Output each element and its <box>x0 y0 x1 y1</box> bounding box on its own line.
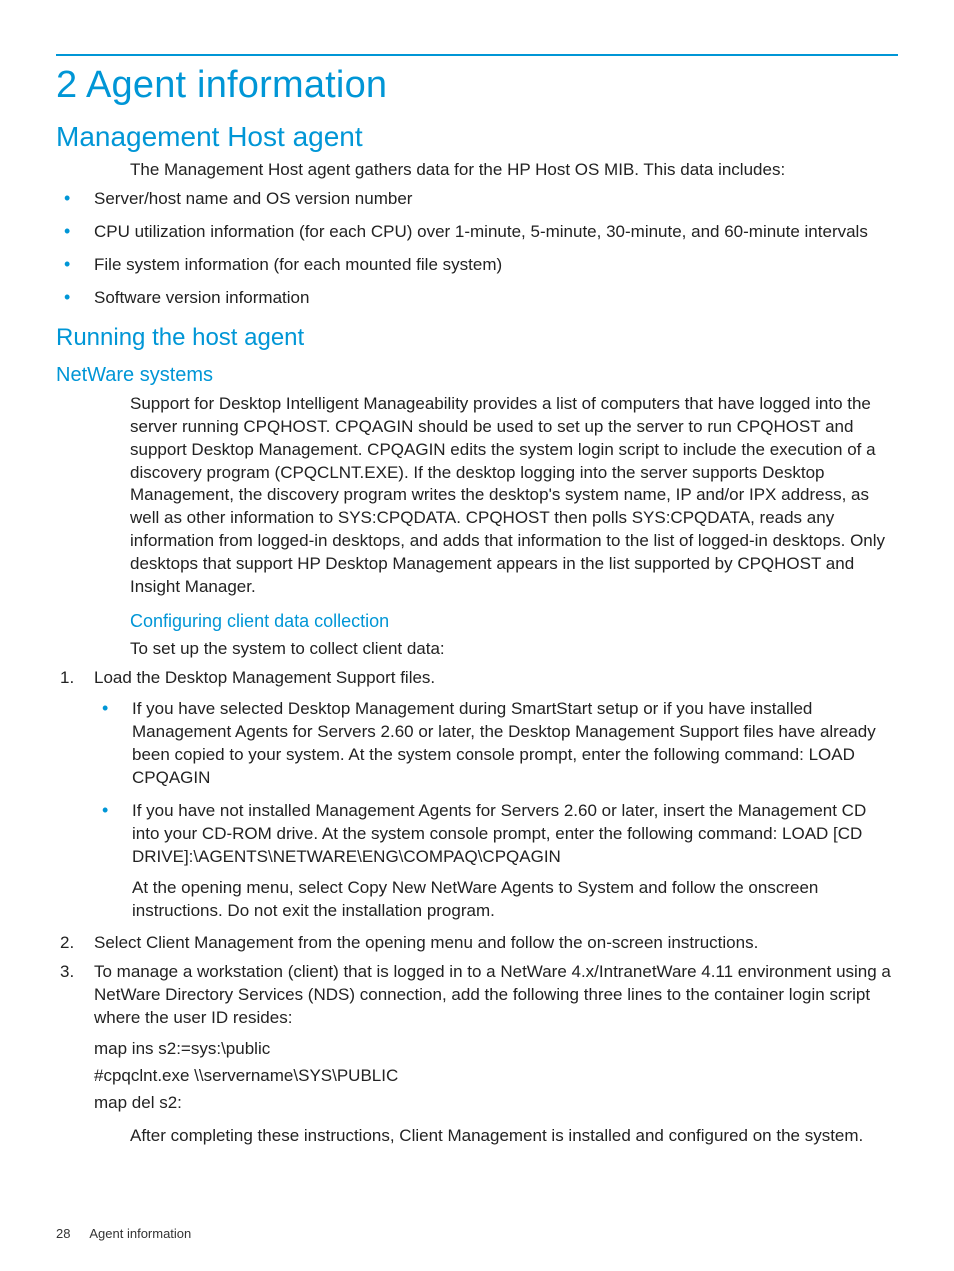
closing-paragraph: After completing these instructions, Cli… <box>130 1125 898 1148</box>
netware-paragraph: Support for Desktop Intelligent Manageab… <box>130 393 898 599</box>
mgmt-host-intro: The Management Host agent gathers data f… <box>130 159 898 182</box>
code-line: #cpqclnt.exe \\servername\SYS\PUBLIC <box>94 1065 898 1088</box>
list-item: File system information (for each mounte… <box>56 254 898 277</box>
sub-item-text: If you have not installed Management Age… <box>132 801 866 866</box>
code-line: map ins s2:=sys:\public <box>94 1038 898 1061</box>
list-item: CPU utilization information (for each CP… <box>56 221 898 244</box>
section-heading-management-host: Management Host agent <box>56 121 898 153</box>
config-steps-list: Load the Desktop Management Support file… <box>56 667 898 1115</box>
step-item: To manage a workstation (client) that is… <box>56 961 898 1115</box>
step-text: Load the Desktop Management Support file… <box>94 668 435 687</box>
step-text: To manage a workstation (client) that is… <box>94 962 891 1027</box>
mgmt-host-bullet-list: Server/host name and OS version number C… <box>56 188 898 310</box>
document-page: 2 Agent information Management Host agen… <box>0 0 954 1271</box>
step-item: Select Client Management from the openin… <box>56 932 898 955</box>
list-item: Software version information <box>56 287 898 310</box>
footer-chapter: Agent information <box>89 1226 191 1241</box>
subsubsection-heading-config: Configuring client data collection <box>130 611 898 632</box>
page-title: 2 Agent information <box>56 64 898 107</box>
page-number: 28 <box>56 1226 70 1241</box>
section-heading-running-host-agent: Running the host agent <box>56 324 898 352</box>
script-lines: map ins s2:=sys:\public #cpqclnt.exe \\s… <box>94 1038 898 1115</box>
code-line: map del s2: <box>94 1092 898 1115</box>
subsection-heading-netware: NetWare systems <box>56 364 898 387</box>
step1-sublist: If you have selected Desktop Management … <box>94 698 898 922</box>
list-item: If you have not installed Management Age… <box>94 800 898 923</box>
list-item: Server/host name and OS version number <box>56 188 898 211</box>
sub-item-extra: At the opening menu, select Copy New Net… <box>132 877 898 923</box>
page-footer: 28 Agent information <box>56 1226 191 1241</box>
config-intro: To set up the system to collect client d… <box>130 638 898 661</box>
step-item: Load the Desktop Management Support file… <box>56 667 898 922</box>
top-rule <box>56 54 898 56</box>
list-item: If you have selected Desktop Management … <box>94 698 898 790</box>
